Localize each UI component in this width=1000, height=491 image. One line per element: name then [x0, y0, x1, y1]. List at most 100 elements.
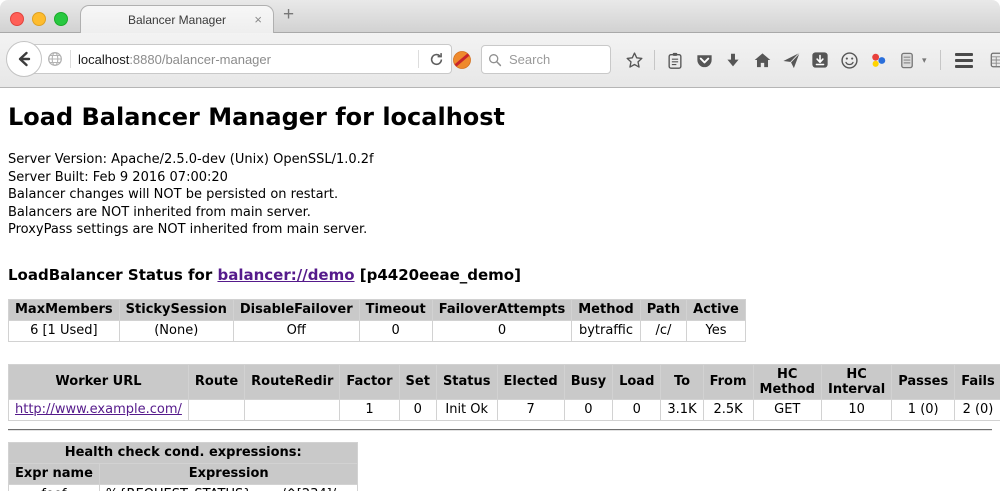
col-route: Route [188, 364, 244, 399]
elected-value: 7 [497, 399, 564, 420]
content-blocker-addon-button[interactable] [452, 50, 472, 70]
worker-url-link[interactable]: http://www.example.com/ [15, 402, 182, 417]
set-value: 0 [399, 399, 436, 420]
tab-balancer-manager[interactable]: Balancer Manager × [80, 5, 274, 34]
balancer-demo-link[interactable]: balancer://demo [217, 266, 354, 284]
col-timeout: Timeout [359, 299, 432, 320]
col-fails: Fails [955, 364, 1000, 399]
colored-dots-addon-button[interactable] [868, 50, 888, 70]
active-value: Yes [687, 320, 746, 341]
table-row: foof %{REQUEST_STATUS} =~ /^[234]/ [9, 484, 358, 491]
from-value: 2.5K [703, 399, 753, 420]
balancer-settings-table: MaxMembers StickySession DisableFailover… [8, 299, 746, 342]
search-input[interactable] [507, 51, 601, 68]
server-built-line: Server Built: Feb 9 2016 07:00:20 [8, 169, 992, 187]
method-value: bytraffic [572, 320, 640, 341]
col-method: Method [572, 299, 640, 320]
fails-value: 2 (0) [955, 399, 1000, 420]
col-active: Active [687, 299, 746, 320]
menu-button[interactable] [954, 50, 974, 70]
tab-title: Balancer Manager [128, 13, 226, 27]
page-grid-icon [989, 51, 1000, 69]
browser-window: Balancer Manager × + localhost:8880/bala… [0, 0, 1000, 491]
status-prefix: LoadBalancer Status for [8, 266, 212, 284]
status-suffix: [p4420eeae_demo] [360, 266, 521, 284]
disablefailover-value: Off [233, 320, 359, 341]
col-expression: Expression [99, 463, 358, 484]
col-busy: Busy [564, 364, 612, 399]
blocked-content-icon [452, 50, 472, 70]
close-window-button[interactable] [10, 12, 24, 26]
col-expr-name: Expr name [9, 463, 100, 484]
star-icon [625, 51, 644, 70]
to-value: 3.1K [661, 399, 703, 420]
server-info: Server Version: Apache/2.5.0-dev (Unix) … [8, 151, 992, 239]
reload-button[interactable] [426, 49, 446, 69]
back-button[interactable] [6, 41, 42, 77]
server-version-line: Server Version: Apache/2.5.0-dev (Unix) … [8, 151, 992, 169]
send-page-addon-button[interactable] [781, 50, 801, 70]
paper-plane-icon [782, 51, 801, 70]
col-failoverattempts: FailoverAttempts [432, 299, 572, 320]
url-bar[interactable]: localhost:8880/balancer-manager [24, 44, 452, 74]
downloads-button[interactable] [723, 50, 743, 70]
url-text: localhost:8880/balancer-manager [78, 52, 411, 67]
reading-list-button[interactable] [665, 50, 685, 70]
back-arrow-icon [15, 50, 33, 68]
expr-name-value: foof [9, 484, 100, 491]
url-host: localhost [78, 52, 129, 67]
timeout-value: 0 [359, 320, 432, 341]
worker-url-cell: http://www.example.com/ [9, 399, 189, 420]
reload-icon [429, 52, 444, 67]
tab-groups-button[interactable] [989, 50, 1000, 70]
loadbalancer-status-heading: LoadBalancer Status for balancer://demo … [8, 266, 992, 284]
persist-notice-line: Balancer changes will NOT be persisted o… [8, 186, 992, 204]
table-row: 6 [1 Used] (None) Off 0 0 bytraffic /c/ … [9, 320, 746, 341]
download-manager-addon-button[interactable] [810, 50, 830, 70]
url-path: :8880/balancer-manager [129, 52, 271, 67]
busy-value: 0 [564, 399, 612, 420]
table-title-row: Health check cond. expressions: [9, 442, 358, 463]
status-value: Init Ok [436, 399, 497, 420]
proxypass-notice-line: ProxyPass settings are NOT inherited fro… [8, 221, 992, 239]
col-hc-method: HC Method [753, 364, 821, 399]
factor-value: 1 [340, 399, 399, 420]
col-path: Path [640, 299, 686, 320]
failoverattempts-value: 0 [432, 320, 572, 341]
hc-interval-value: 10 [821, 399, 891, 420]
search-bar[interactable] [481, 45, 611, 74]
notes-addon-button[interactable] [897, 50, 917, 70]
feedback-addon-button[interactable] [839, 50, 859, 70]
hc-method-value: GET [753, 399, 821, 420]
new-tab-button[interactable]: + [283, 4, 294, 26]
toolbar-separator [940, 50, 941, 70]
smiley-icon [840, 51, 859, 70]
col-routeredir: RouteRedir [245, 364, 340, 399]
maxmembers-value: 6 [1 Used] [9, 320, 120, 341]
tab-close-icon[interactable]: × [254, 12, 262, 27]
minimize-window-button[interactable] [32, 12, 46, 26]
search-icon [488, 53, 502, 67]
load-value: 0 [613, 399, 661, 420]
window-controls [10, 12, 68, 26]
col-stickysession: StickySession [119, 299, 233, 320]
worker-status-table: Worker URL Route RouteRedir Factor Set S… [8, 364, 1000, 421]
path-value: /c/ [640, 320, 686, 341]
pocket-button[interactable] [694, 50, 714, 70]
zoom-window-button[interactable] [54, 12, 68, 26]
home-button[interactable] [752, 50, 772, 70]
clipboard-icon [666, 51, 684, 70]
balancers-notice-line: Balancers are NOT inherited from main se… [8, 204, 992, 222]
square-download-icon [811, 51, 829, 69]
col-from: From [703, 364, 753, 399]
site-identity-globe-icon [47, 51, 63, 67]
battery-panel-icon [899, 51, 915, 70]
page-content: Load Balancer Manager for localhost Serv… [0, 88, 1000, 491]
page-title: Load Balancer Manager for localhost [8, 103, 992, 131]
col-elected: Elected [497, 364, 564, 399]
expression-value: %{REQUEST_STATUS} =~ /^[234]/ [99, 484, 358, 491]
home-icon [753, 51, 772, 70]
bookmark-star-button[interactable] [624, 50, 644, 70]
addon-dropdown-caret-icon[interactable]: ▾ [922, 55, 927, 66]
health-table-title: Health check cond. expressions: [9, 442, 358, 463]
